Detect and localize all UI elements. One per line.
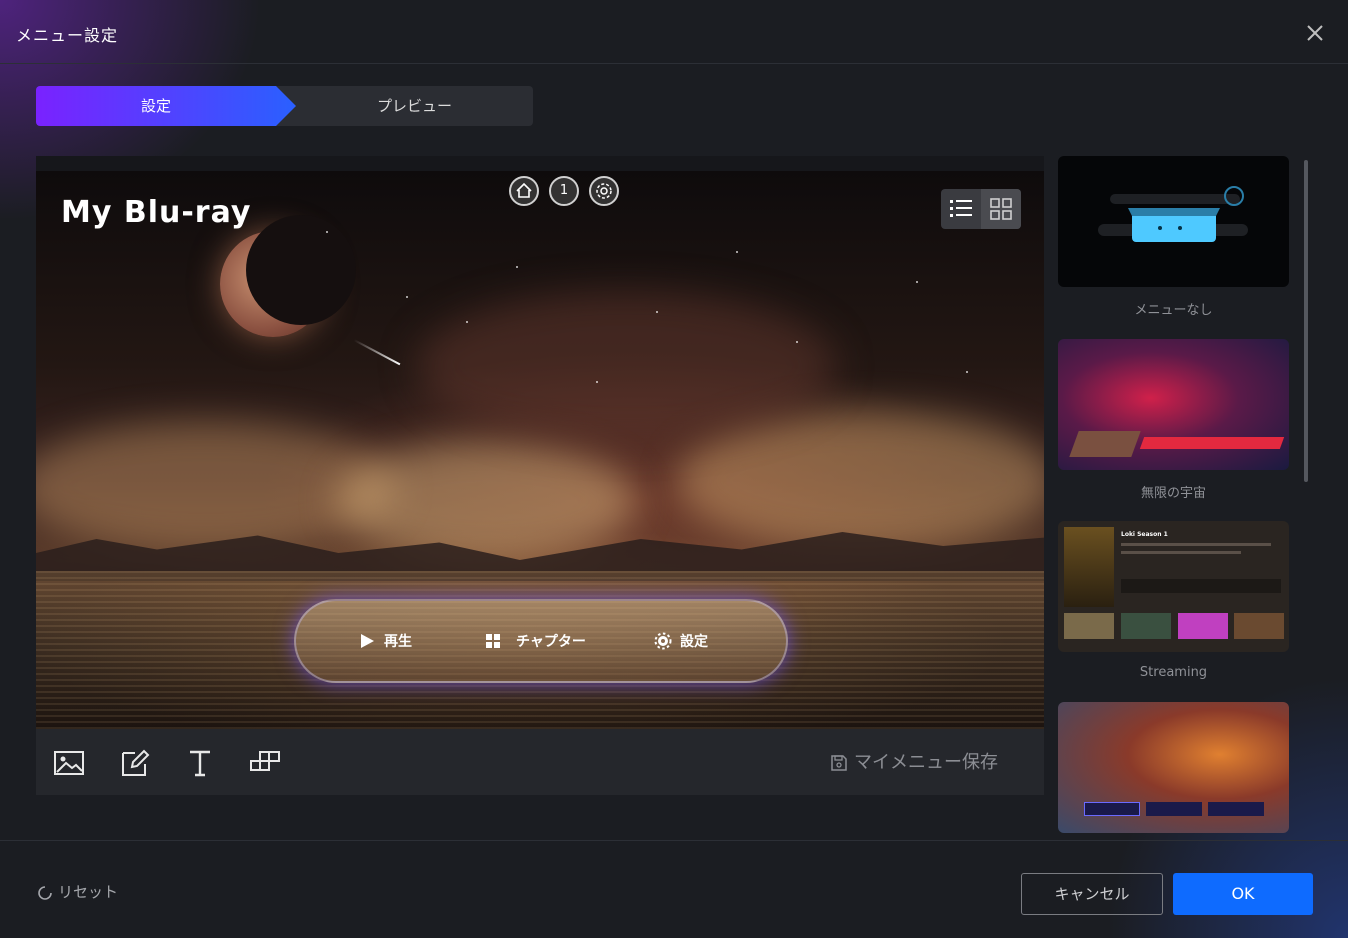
menu-item-chapters[interactable]: チャプター: [516, 631, 586, 653]
thumbnail-poster: [1064, 527, 1114, 607]
reset-label: リセット: [58, 883, 119, 901]
template-list: メニューなし 無限の宇宙 Loki Season 1 Streaming: [1058, 156, 1298, 840]
thumbnail-chapter: [1178, 613, 1228, 639]
cloud: [676, 411, 1044, 551]
image-icon[interactable]: [52, 747, 86, 779]
star: [516, 266, 518, 268]
star: [916, 281, 918, 283]
star: [466, 321, 468, 323]
menu-item-play[interactable]: 再生: [384, 631, 412, 653]
template-thumbnail: [1058, 156, 1289, 287]
list-view-icon[interactable]: [941, 189, 981, 229]
grid-view-icon[interactable]: [981, 189, 1021, 229]
dialog-footer: リセット キャンセル OK: [0, 840, 1348, 938]
title-bar: メニュー設定: [0, 0, 1348, 64]
no-menu-illustration: [1098, 186, 1248, 242]
cloud: [416, 291, 836, 441]
grid-icon: [486, 634, 500, 648]
thumbnail-description: [1121, 579, 1281, 593]
thumbnail-text-line: [1121, 543, 1271, 546]
cancel-button[interactable]: キャンセル: [1021, 873, 1163, 915]
star: [966, 371, 968, 373]
edit-icon[interactable]: [118, 747, 152, 779]
dialog-title: メニュー設定: [16, 26, 119, 45]
close-icon[interactable]: [1302, 20, 1328, 46]
moon-shadow: [246, 215, 356, 325]
template-label: 無限の宇宙: [1140, 486, 1206, 501]
tab-preview[interactable]: プレビュー: [296, 86, 533, 126]
thumbnail-button: [1146, 802, 1202, 816]
menu-settings-dialog: メニュー設定 設定 プレビュー My Blu-ray 1 再生 チャプター 設定…: [0, 0, 1348, 938]
save-my-menu-label: マイメニュー保存: [854, 752, 998, 773]
settings-nav-button[interactable]: [589, 176, 619, 206]
play-icon: [361, 634, 374, 648]
thumbnail-menu-bar: [1139, 437, 1285, 449]
template-label: メニューなし: [1134, 303, 1213, 318]
gear-icon: [654, 632, 672, 650]
reset-icon: [38, 886, 52, 900]
view-mode-toggle: [941, 189, 1021, 229]
thumbnail-title: Loki Season 1: [1121, 531, 1168, 538]
star: [736, 251, 738, 253]
star: [406, 296, 408, 298]
text-icon[interactable]: [183, 747, 217, 779]
menu-editor: My Blu-ray 1 再生 チャプター 設定 マイメニュー保存: [36, 156, 1044, 795]
cloud: [336, 441, 636, 561]
template-scrollbar[interactable]: [1304, 160, 1308, 482]
template-label: Streaming: [1139, 665, 1208, 680]
mode-tabs: 設定 プレビュー: [36, 86, 533, 126]
layout-icon[interactable]: [248, 747, 282, 779]
disc-title[interactable]: My Blu-ray: [61, 195, 251, 230]
star: [326, 231, 328, 233]
star: [596, 381, 598, 383]
thumbnail-chapter: [1121, 613, 1171, 639]
disc-menu-bar: 再生 チャプター 設定: [294, 599, 788, 683]
template-thumbnail: [1058, 702, 1289, 833]
save-icon: [831, 755, 847, 771]
thumbnail-chapter: [1064, 613, 1114, 639]
home-nav-button[interactable]: [509, 176, 539, 206]
star: [656, 311, 658, 313]
thumbnail-text-line: [1121, 551, 1241, 554]
tab-settings[interactable]: 設定: [36, 86, 276, 126]
ok-button[interactable]: OK: [1173, 873, 1313, 915]
template-thumbnail: Loki Season 1: [1058, 521, 1289, 652]
template-thumbnail: [1058, 339, 1289, 470]
menu-preview-canvas[interactable]: My Blu-ray 1 再生 チャプター 設定: [36, 171, 1044, 729]
thumbnail-button: [1084, 802, 1140, 816]
gear-icon: [596, 183, 612, 199]
thumbnail-poster: [1069, 431, 1141, 457]
meteor: [353, 339, 401, 366]
page-number-button[interactable]: 1: [549, 176, 579, 206]
home-icon: [516, 182, 532, 198]
menu-item-settings[interactable]: 設定: [680, 631, 708, 653]
thumbnail-chapter: [1234, 613, 1284, 639]
editor-toolbar: マイメニュー保存: [36, 729, 1044, 795]
thumbnail-button: [1208, 802, 1264, 816]
star: [796, 341, 798, 343]
